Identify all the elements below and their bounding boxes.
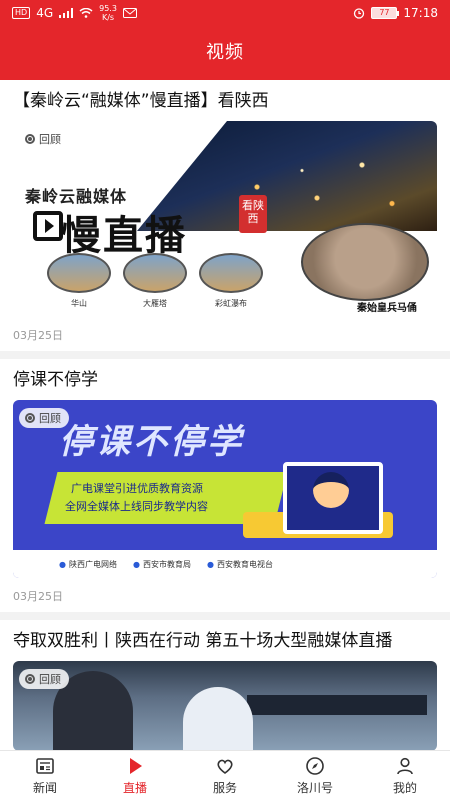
nav-label: 新闻: [32, 781, 57, 795]
replay-badge: 回顾: [19, 129, 69, 149]
speed-value: 95.3: [99, 4, 117, 13]
video-title[interactable]: 夺取双胜利丨陕西在行动 第五十场大型融媒体直播: [13, 628, 437, 655]
nav-item-live[interactable]: 直播: [90, 751, 180, 800]
station-signs: [247, 695, 427, 715]
compass-icon: [306, 757, 324, 775]
news-icon: [36, 758, 54, 774]
bottom-nav: 新闻 直播 服务 洛川号 我的: [0, 750, 450, 800]
nav-label: 服务: [212, 781, 237, 795]
video-thumbnail[interactable]: 回顾 秦岭云融媒体 慢直播 看陕西 华山 大雁塔 彩虹瀑布 秦始皇兵马俑: [13, 121, 437, 317]
nav-item-luochuan[interactable]: 洛川号: [270, 751, 360, 800]
service-icon: [217, 759, 233, 774]
thumbnail-badge: 看陕西: [239, 195, 267, 233]
nav-item-mine[interactable]: 我的: [360, 751, 450, 800]
replay-label: 回顾: [39, 673, 61, 686]
video-title[interactable]: 停课不停学: [13, 367, 437, 394]
page-title: 视频: [206, 42, 244, 63]
alarm-icon: [354, 8, 365, 19]
video-card[interactable]: 【秦岭云“融媒体”慢直播】看陕西 回顾 秦岭云融媒体 慢直播 看陕西 华山 大雁…: [0, 80, 450, 351]
spot-image: [47, 253, 111, 293]
spot-image: [123, 253, 187, 293]
replay-icon: [25, 413, 35, 423]
sponsor-label: 陕西广电网络: [59, 559, 117, 570]
hd-indicator: HD: [12, 7, 31, 19]
sponsor-strip: 陕西广电网络 西安市教育局 西安教育电视台: [13, 550, 437, 578]
nav-item-news[interactable]: 新闻: [0, 751, 90, 800]
battery-indicator: 77: [371, 7, 400, 19]
replay-icon: [25, 134, 35, 144]
thumbnail-line: 广电课堂引进优质教育资源: [71, 482, 203, 495]
spot-caption: 大雁塔: [143, 299, 167, 308]
warriors-caption: 秦始皇兵马俑: [357, 303, 417, 314]
medic-image: [183, 687, 253, 750]
video-date: 03月25日: [13, 329, 63, 342]
nav-label: 洛川号: [296, 781, 333, 795]
thumbnail-headline: 停课不停学: [59, 422, 244, 462]
replay-badge: 回顾: [19, 669, 69, 689]
teacher-illustration: [313, 472, 349, 508]
video-card[interactable]: 夺取双胜利丨陕西在行动 第五十场大型融媒体直播 回顾: [0, 620, 450, 750]
spot-caption: 彩虹瀑布: [215, 299, 247, 308]
wifi-icon: [79, 8, 93, 18]
live-icon: [130, 758, 142, 774]
nav-item-service[interactable]: 服务: [180, 751, 270, 800]
video-title[interactable]: 【秦岭云“融媒体”慢直播】看陕西: [13, 88, 437, 115]
network-speed: 95.3 K/s: [99, 4, 117, 22]
video-card[interactable]: 停课不停学 回顾 停课不停学 广电课堂引进优质教育资源 全网全媒体上线同步教学内…: [0, 359, 450, 612]
thumbnail-line: 全网全媒体上线同步教学内容: [65, 500, 208, 513]
replay-label: 回顾: [39, 412, 61, 425]
clock: 17:18: [403, 6, 438, 20]
video-thumbnail[interactable]: 回顾 停课不停学 广电课堂引进优质教育资源 全网全媒体上线同步教学内容 陕西广电…: [13, 400, 437, 578]
speed-unit: K/s: [101, 13, 115, 22]
nav-label: 直播: [122, 781, 147, 795]
nav-label: 我的: [392, 781, 417, 795]
replay-label: 回顾: [39, 133, 61, 146]
message-icon: [122, 8, 137, 18]
video-date: 03月25日: [13, 590, 63, 603]
user-icon: [397, 757, 413, 775]
tv-play-icon: [33, 211, 63, 241]
status-bar: HD 4G 95.3 K/s 77 17:18: [0, 0, 450, 26]
spot-image: [199, 253, 263, 293]
signal-icon: [59, 8, 74, 18]
video-thumbnail[interactable]: 回顾: [13, 661, 437, 750]
sponsor-label: 西安教育电视台: [207, 559, 273, 570]
replay-icon: [25, 674, 35, 684]
network-type: 4G: [36, 6, 54, 20]
top-bar: HD 4G 95.3 K/s 77 17:18 视频: [0, 0, 450, 80]
sponsor-label: 西安市教育局: [133, 559, 191, 570]
video-feed[interactable]: 【秦岭云“融媒体”慢直播】看陕西 回顾 秦岭云融媒体 慢直播 看陕西 华山 大雁…: [0, 80, 450, 750]
spot-caption: 华山: [71, 299, 87, 308]
terracotta-warriors-image: [301, 223, 429, 301]
